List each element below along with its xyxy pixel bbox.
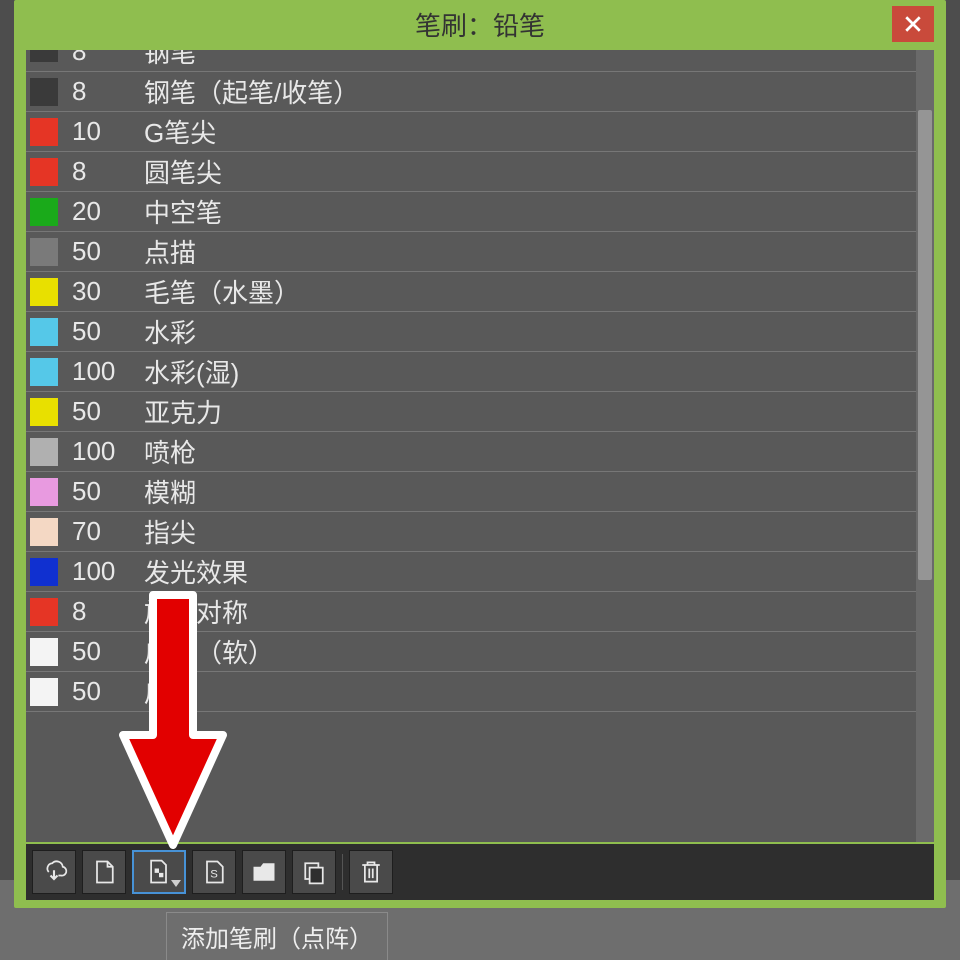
brush-swatch [30, 278, 58, 306]
brush-swatch [30, 478, 58, 506]
brush-size: 50 [72, 476, 144, 507]
brush-list-area: 8钢笔8钢笔（起笔/收笔）10G笔尖8圆笔尖20中空笔50点描30毛笔（水墨）5… [26, 50, 934, 842]
add-bitmap-brush-button[interactable] [132, 850, 186, 894]
duplicate-icon [300, 858, 328, 886]
brush-size: 8 [72, 156, 144, 187]
brush-swatch [30, 678, 58, 706]
folder-icon [250, 858, 278, 886]
brush-swatch [30, 78, 58, 106]
brush-size: 100 [72, 556, 144, 587]
brush-swatch [30, 238, 58, 266]
brush-size: 50 [72, 676, 144, 707]
dropdown-indicator-icon [171, 880, 181, 887]
brush-name: 水彩(湿) [144, 353, 916, 390]
brush-size: 50 [72, 636, 144, 667]
tooltip-text: 添加笔刷（点阵） [181, 926, 373, 953]
brush-name: 钢笔 [144, 50, 916, 70]
brush-row[interactable]: 8钢笔 [26, 50, 916, 72]
brush-name: 水彩 [144, 313, 916, 350]
brush-swatch [30, 158, 58, 186]
titlebar: 笔刷：铅笔 [14, 0, 946, 48]
brush-name: 钢笔（起笔/收笔） [144, 73, 916, 110]
brush-swatch [30, 358, 58, 386]
brush-name: 皮擦 [144, 673, 916, 710]
close-icon [904, 15, 922, 33]
panel-title: 笔刷：铅笔 [415, 6, 545, 43]
brush-name: 点描 [144, 233, 916, 270]
brush-size: 8 [72, 596, 144, 627]
brush-row[interactable]: 50皮擦 [26, 672, 916, 712]
brush-row[interactable]: 30毛笔（水墨） [26, 272, 916, 312]
brush-name: 圆笔尖 [144, 153, 916, 190]
brush-swatch [30, 318, 58, 346]
brush-swatch [30, 198, 58, 226]
duplicate-button[interactable] [292, 850, 336, 894]
brush-row[interactable]: 8圆笔尖 [26, 152, 916, 192]
new-page-icon [90, 858, 118, 886]
brush-swatch [30, 638, 58, 666]
brush-swatch [30, 50, 58, 62]
script-brush-button[interactable]: S [192, 850, 236, 894]
brush-name: 喷枪 [144, 433, 916, 470]
brush-row[interactable]: 8钢笔（起笔/收笔） [26, 72, 916, 112]
brush-size: 30 [72, 276, 144, 307]
brush-name: 指尖 [144, 513, 916, 550]
tooltip: 添加笔刷（点阵） [166, 912, 388, 960]
brush-name: 模糊 [144, 473, 916, 510]
scrollbar-thumb[interactable] [918, 110, 932, 580]
folder-button[interactable] [242, 850, 286, 894]
cloud-download-button[interactable] [32, 850, 76, 894]
brush-name: 毛笔（水墨） [144, 273, 916, 310]
brush-row[interactable]: 100 喷枪 [26, 432, 916, 472]
brush-name: 中空笔 [144, 193, 916, 230]
trash-icon [357, 858, 385, 886]
brush-row[interactable]: 70指尖 [26, 512, 916, 552]
brush-size: 20 [72, 196, 144, 227]
brush-row[interactable]: 100水彩(湿) [26, 352, 916, 392]
brush-swatch [30, 558, 58, 586]
cloud-download-icon [40, 858, 68, 886]
brush-size: 8 [72, 76, 144, 107]
scrollbar-track[interactable] [916, 50, 934, 842]
brush-row[interactable]: 100发光效果 [26, 552, 916, 592]
new-brush-button[interactable] [82, 850, 126, 894]
brush-row[interactable]: 50点描 [26, 232, 916, 272]
add-bitmap-brush-icon [145, 858, 173, 886]
brush-swatch [30, 438, 58, 466]
script-brush-icon: S [200, 858, 228, 886]
brush-size: 100 [72, 436, 144, 467]
brush-row[interactable]: 20中空笔 [26, 192, 916, 232]
brush-name: G笔尖 [144, 113, 916, 150]
brush-swatch [30, 118, 58, 146]
brush-size: 50 [72, 396, 144, 427]
brush-name: 亚克力 [144, 393, 916, 430]
brush-list[interactable]: 8钢笔8钢笔（起笔/收笔）10G笔尖8圆笔尖20中空笔50点描30毛笔（水墨）5… [26, 50, 916, 842]
brush-size: 8 [72, 50, 144, 67]
delete-button[interactable] [349, 850, 393, 894]
brush-row[interactable]: 50模糊 [26, 472, 916, 512]
brush-name: 发光效果 [144, 553, 916, 590]
brush-size: 10 [72, 116, 144, 147]
brush-name: 旋转对称 [144, 593, 916, 630]
brush-swatch [30, 398, 58, 426]
brush-row[interactable]: 50皮擦（软） [26, 632, 916, 672]
brush-name: 皮擦（软） [144, 633, 916, 670]
svg-text:S: S [210, 868, 218, 880]
brush-row[interactable]: 50亚克力 [26, 392, 916, 432]
brush-row[interactable]: 8旋转对称 [26, 592, 916, 632]
brush-size: 70 [72, 516, 144, 547]
brush-size: 50 [72, 316, 144, 347]
brush-swatch [30, 598, 58, 626]
brush-panel: 笔刷：铅笔 8钢笔8钢笔（起笔/收笔）10G笔尖8圆笔尖20中空笔50点描30毛… [14, 0, 946, 908]
brush-size: 100 [72, 356, 144, 387]
brush-row[interactable]: 50水彩 [26, 312, 916, 352]
brush-swatch [30, 518, 58, 546]
close-button[interactable] [892, 6, 934, 42]
brush-toolbar: S [26, 844, 934, 900]
brush-size: 50 [72, 236, 144, 267]
brush-row[interactable]: 10G笔尖 [26, 112, 916, 152]
toolbar-separator [342, 854, 343, 890]
